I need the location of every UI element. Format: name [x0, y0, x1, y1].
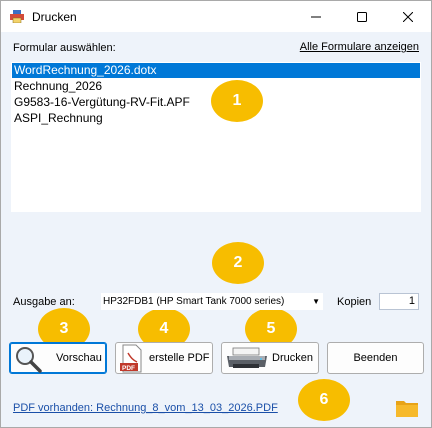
printer-icon	[227, 347, 267, 368]
output-label: Ausgabe an:	[13, 296, 75, 308]
chevron-down-icon: ▼	[312, 297, 320, 306]
preview-button-label: Vorschau	[56, 352, 102, 364]
print-button-label: Drucken	[272, 352, 313, 364]
annotation-badge-1: 1	[211, 80, 263, 122]
existing-pdf-link[interactable]: PDF vorhanden: Rechnung_8_vom_13_03_2026…	[13, 402, 278, 414]
close-button[interactable]	[385, 1, 431, 32]
exit-button-label: Beenden	[353, 352, 398, 364]
print-button[interactable]: Drucken	[221, 342, 319, 374]
printer-select-value: HP32FDB1 (HP Smart Tank 7000 series)	[103, 296, 285, 307]
print-dialog-window: Drucken Formular auswählen: Alle Formula…	[0, 0, 432, 428]
printer-form-icon	[10, 10, 24, 23]
create-pdf-button[interactable]: PDF erstelle PDF	[115, 342, 213, 374]
maximize-icon	[357, 11, 367, 22]
maximize-button[interactable]	[339, 1, 385, 32]
preview-button[interactable]: Vorschau	[9, 342, 107, 374]
svg-text:PDF: PDF	[122, 365, 135, 372]
form-select-label: Formular auswählen:	[13, 42, 116, 54]
pdf-document-icon: PDF	[120, 344, 142, 373]
list-item-form[interactable]: WordRechnung_2026.dotx	[12, 63, 420, 78]
copies-input[interactable]: 1	[379, 293, 419, 310]
title-bar[interactable]: Drucken	[1, 1, 431, 32]
forms-listbox[interactable]: WordRechnung_2026.dotx Rechnung_2026 G95…	[11, 62, 421, 212]
printer-select[interactable]: HP32FDB1 (HP Smart Tank 7000 series) ▼	[101, 293, 323, 310]
exit-button[interactable]: Beenden	[327, 342, 424, 374]
annotation-badge-2: 2	[212, 242, 264, 284]
minimize-button[interactable]	[293, 1, 339, 32]
minimize-icon	[311, 16, 321, 17]
dialog-content: Formular auswählen: Alle Formulare anzei…	[1, 32, 431, 427]
create-pdf-button-label: erstelle PDF	[149, 352, 210, 364]
close-icon	[403, 11, 413, 22]
show-all-forms-link[interactable]: Alle Formulare anzeigen	[300, 41, 419, 53]
magnifier-icon	[16, 347, 42, 373]
window-title: Drucken	[32, 10, 77, 24]
copies-label: Kopien	[337, 296, 372, 308]
folder-icon[interactable]	[395, 398, 419, 418]
annotation-badge-6: 6	[298, 379, 350, 421]
